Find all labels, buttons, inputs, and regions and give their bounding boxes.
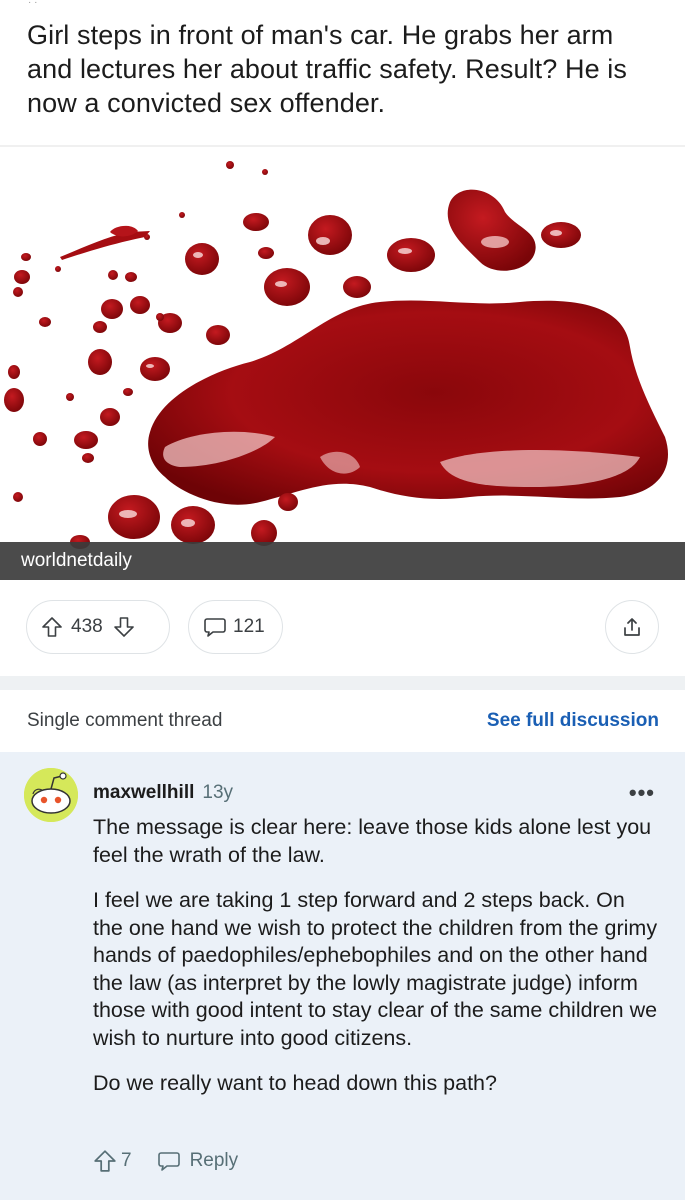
comment-meta: maxwellhill 13y: [93, 782, 233, 804]
image-source-caption: worldnetdaily: [0, 542, 685, 580]
comments-button[interactable]: 121: [188, 600, 283, 654]
comment-author[interactable]: maxwellhill: [93, 782, 194, 803]
post-action-bar: 438 121: [0, 600, 685, 656]
comment-body: The message is clear here: leave those k…: [93, 814, 658, 1116]
arrow-up-icon[interactable]: [41, 616, 63, 638]
see-full-discussion-link[interactable]: See full discussion: [487, 710, 659, 732]
arrow-up-icon[interactable]: [93, 1149, 117, 1173]
share-button[interactable]: [605, 600, 659, 654]
section-divider: [0, 676, 685, 690]
upvote-count: 438: [71, 616, 103, 637]
reply-bubble-icon[interactable]: [156, 1149, 182, 1173]
comment-age: 13y: [202, 782, 234, 803]
post-image[interactable]: worldnetdaily: [0, 145, 685, 580]
blood-splatter-illustration: [4, 161, 668, 549]
speech-bubble-icon: [203, 615, 227, 639]
thread-label: Single comment thread: [27, 710, 223, 731]
comment-vote-count: 7: [121, 1150, 132, 1171]
corner-artifact: · ·: [28, 0, 38, 8]
post-title: Girl steps in front of man's car. He gra…: [27, 20, 628, 118]
comment-count: 121: [233, 616, 265, 637]
comment-paragraph: I feel we are taking 1 step forward and …: [93, 888, 658, 1050]
more-dots-icon[interactable]: •••: [629, 780, 655, 806]
arrow-down-icon[interactable]: [113, 616, 135, 638]
comment-paragraph: The message is clear here: leave those k…: [93, 815, 652, 867]
share-icon: [621, 616, 643, 638]
comment-action-bar: 7 Reply: [93, 1146, 238, 1176]
thread-header: Single comment thread See full discussio…: [0, 690, 685, 752]
comment-paragraph: Do we really want to head down this path…: [93, 1071, 497, 1095]
reply-button[interactable]: Reply: [190, 1150, 239, 1172]
avatar[interactable]: [24, 768, 78, 822]
vote-pill: 438: [26, 600, 170, 654]
comment: maxwellhill 13y ••• The message is clear …: [0, 752, 685, 1200]
